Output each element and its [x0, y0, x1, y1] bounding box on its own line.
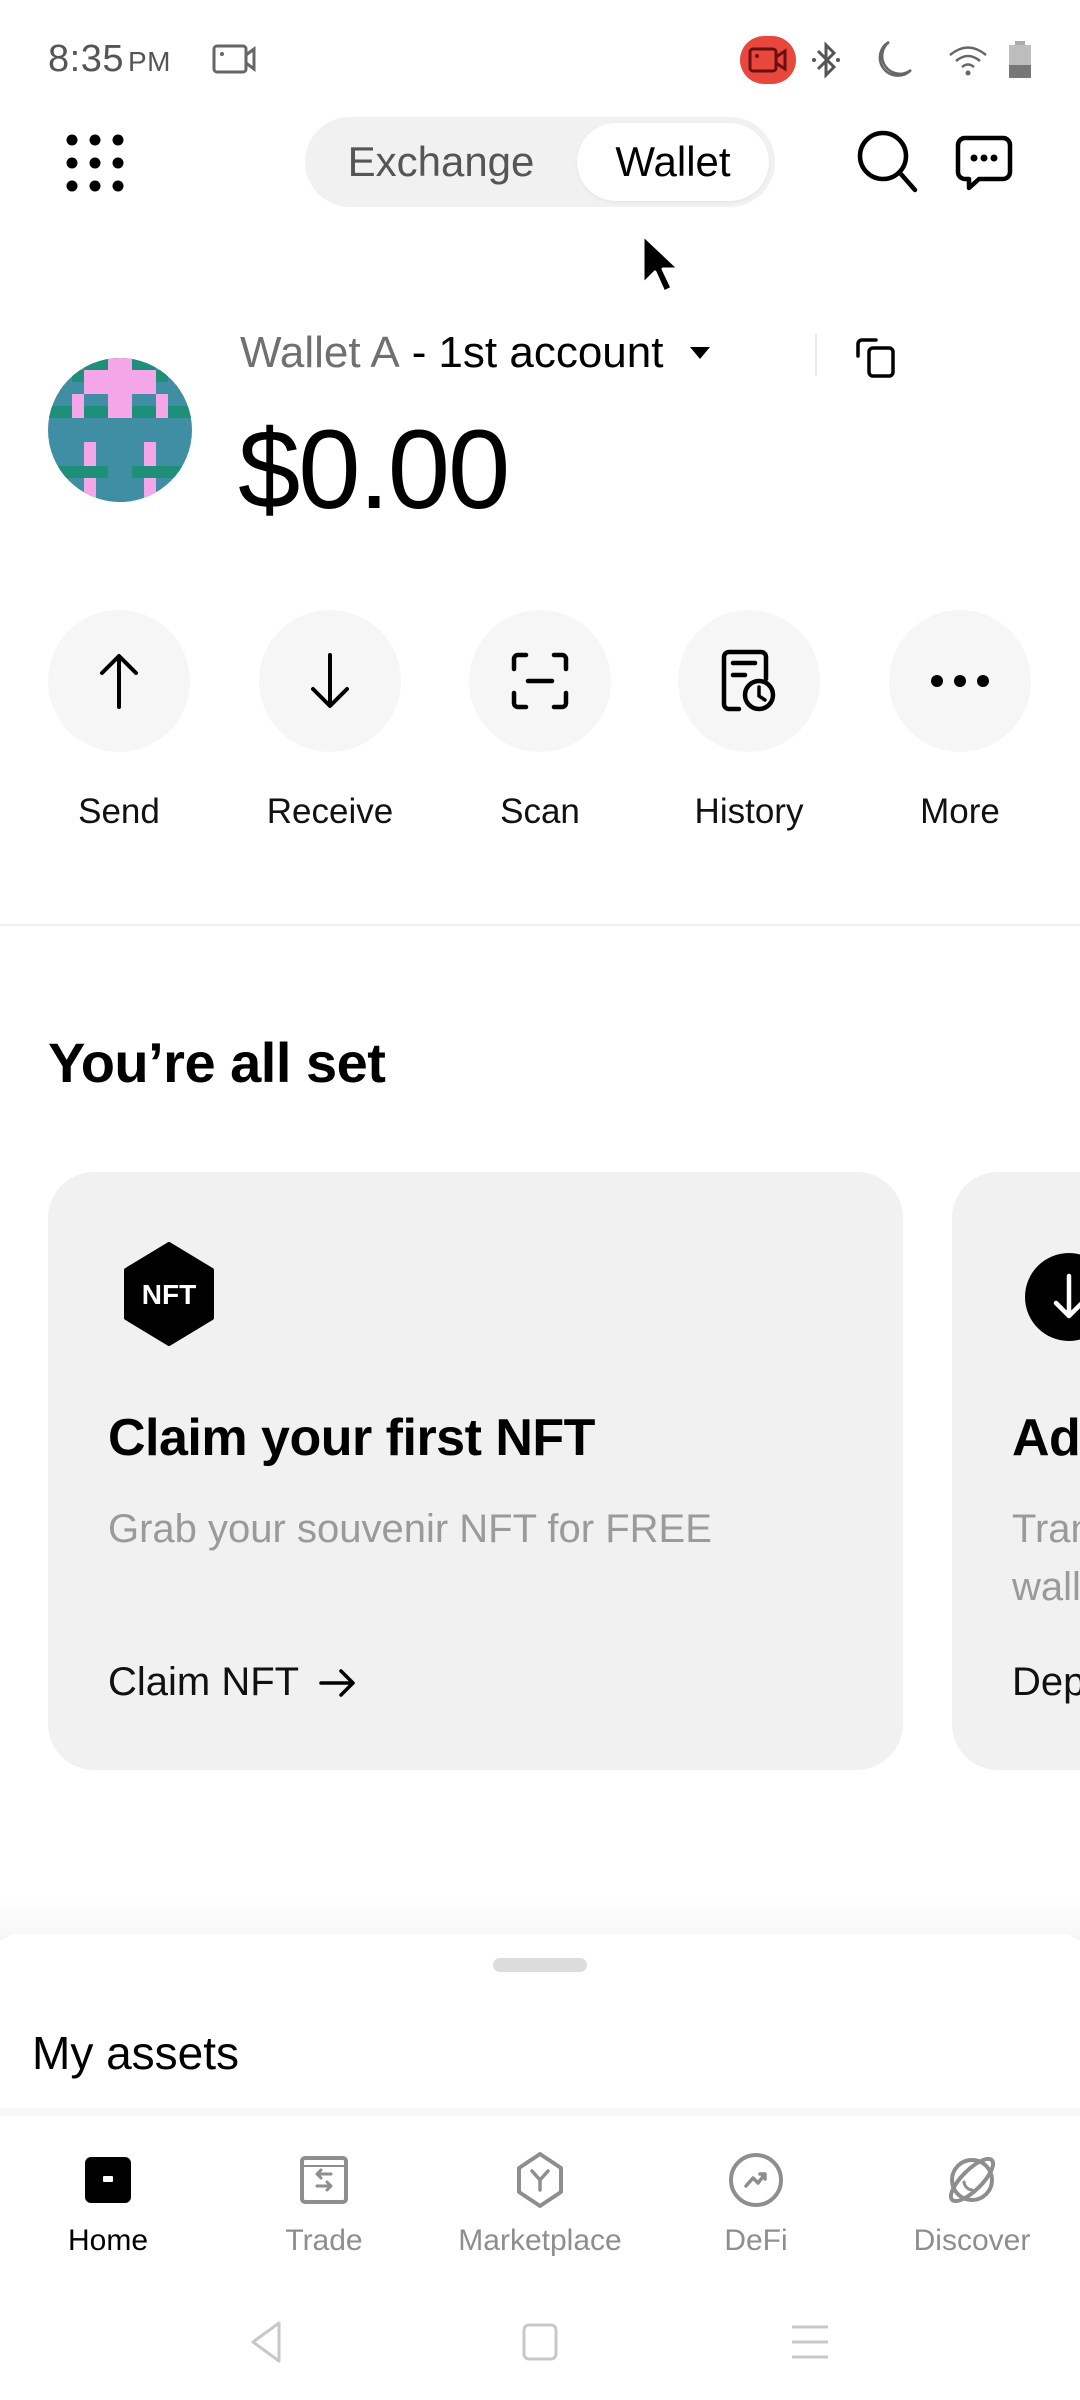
- tab-defi[interactable]: DeFi: [648, 2150, 864, 2258]
- status-time: 8:35 PM: [48, 38, 171, 81]
- recording-badge-icon: [740, 36, 796, 84]
- defi-chart-icon: [728, 2150, 784, 2210]
- tab-defi-label: DeFi: [724, 2224, 788, 2257]
- card-title: Ad: [1012, 1409, 1080, 1467]
- bluetooth-icon: [808, 36, 844, 84]
- account-selector[interactable]: Wallet A - 1st account: [240, 328, 711, 378]
- my-assets-sheet: My assets: [0, 1934, 1080, 2109]
- back-icon[interactable]: [236, 2312, 296, 2372]
- scan-button[interactable]: Scan: [465, 610, 615, 832]
- deposit-arrow-icon: [1024, 1252, 1080, 1342]
- receive-button[interactable]: Receive: [255, 610, 405, 832]
- tab-trade-label: Trade: [285, 2224, 363, 2257]
- nft-badge-text: NFT: [142, 1279, 196, 1310]
- screen-record-icon: [212, 44, 258, 74]
- search-icon[interactable]: [855, 128, 921, 196]
- tab-trade[interactable]: Trade: [216, 2150, 432, 2258]
- wifi-icon: [946, 36, 990, 84]
- tab-wallet[interactable]: Wallet: [577, 123, 769, 201]
- nft-badge-icon: NFT: [122, 1242, 216, 1346]
- tab-exchange[interactable]: Exchange: [311, 123, 571, 201]
- claim-nft-card[interactable]: NFT Claim your first NFT Grab your souve…: [48, 1172, 903, 1770]
- wallet-name: Wallet A: [240, 328, 400, 377]
- total-balance: $0.00: [238, 407, 510, 532]
- avatar[interactable]: [48, 358, 192, 502]
- account-separator: -: [411, 328, 427, 377]
- card-subtitle: Grab your souvenir NFT for FREE: [108, 1507, 712, 1551]
- system-navigation-bar: [0, 2298, 1080, 2400]
- do-not-disturb-moon-icon: [870, 36, 916, 84]
- scan-button-circle[interactable]: [469, 610, 611, 752]
- onboarding-title: You’re all set: [48, 1031, 386, 1094]
- sheet-drag-handle[interactable]: [493, 1958, 587, 1972]
- my-assets-title: My assets: [32, 2027, 240, 2079]
- scan-icon: [511, 652, 569, 710]
- bottom-tab-bar: Home Trade Marketplace DeFi Discover: [0, 2108, 1080, 2298]
- add-funds-card[interactable]: Ad Tran wall Dep: [952, 1172, 1080, 1770]
- receive-button-circle[interactable]: [259, 610, 401, 752]
- vertical-divider: [815, 334, 817, 376]
- arrow-up-icon: [100, 654, 138, 709]
- claim-nft-label: Claim NFT: [108, 1660, 300, 1704]
- trade-swap-icon: [296, 2150, 352, 2210]
- deposit-link[interactable]: Dep: [1012, 1660, 1080, 1705]
- account-name: 1st account: [438, 328, 664, 377]
- home-icon[interactable]: [510, 2312, 570, 2372]
- history-button[interactable]: History: [674, 610, 824, 832]
- exchange-wallet-toggle: Exchange Wallet: [305, 117, 775, 207]
- recents-icon[interactable]: [780, 2312, 840, 2372]
- more-dots-icon: [931, 675, 989, 687]
- tab-discover[interactable]: Discover: [864, 2150, 1080, 2258]
- history-icon: [721, 649, 776, 712]
- status-time-value: 8:35: [48, 38, 124, 80]
- more-button-circle[interactable]: [889, 610, 1031, 752]
- send-label: Send: [78, 792, 160, 831]
- history-label: History: [694, 792, 804, 831]
- home-wallet-icon: [80, 2150, 136, 2210]
- send-button-circle[interactable]: [48, 610, 190, 752]
- chat-icon[interactable]: [955, 134, 1013, 192]
- section-divider: [0, 924, 1080, 926]
- deposit-label: Dep: [1012, 1660, 1080, 1704]
- battery-icon: [1006, 36, 1034, 84]
- marketplace-hex-icon: [512, 2150, 568, 2210]
- tab-home-label: Home: [67, 2224, 149, 2257]
- tab-home[interactable]: Home: [0, 2150, 216, 2258]
- more-button[interactable]: More: [885, 610, 1035, 832]
- mouse-cursor-icon: [640, 232, 682, 296]
- tab-discover-label: Discover: [913, 2224, 1031, 2257]
- scan-label: Scan: [500, 792, 580, 831]
- card-subtitle: Tran wall: [1012, 1507, 1080, 1609]
- tab-marketplace-label: Marketplace: [458, 2224, 622, 2257]
- more-label: More: [920, 792, 1000, 831]
- receive-label: Receive: [266, 792, 394, 831]
- history-button-circle[interactable]: [678, 610, 820, 752]
- arrow-down-icon: [311, 653, 349, 708]
- status-time-ampm: PM: [127, 46, 171, 77]
- card-title: Claim your first NFT: [108, 1409, 595, 1467]
- arrow-right-icon: [319, 1668, 355, 1697]
- apps-grid-icon[interactable]: [64, 132, 126, 194]
- caret-down-icon: [690, 347, 711, 359]
- discover-planet-icon: [944, 2150, 1000, 2210]
- copy-address-icon[interactable]: [854, 334, 898, 378]
- claim-nft-link[interactable]: Claim NFT: [108, 1660, 357, 1705]
- tab-marketplace[interactable]: Marketplace: [432, 2150, 648, 2258]
- send-button[interactable]: Send: [44, 610, 194, 832]
